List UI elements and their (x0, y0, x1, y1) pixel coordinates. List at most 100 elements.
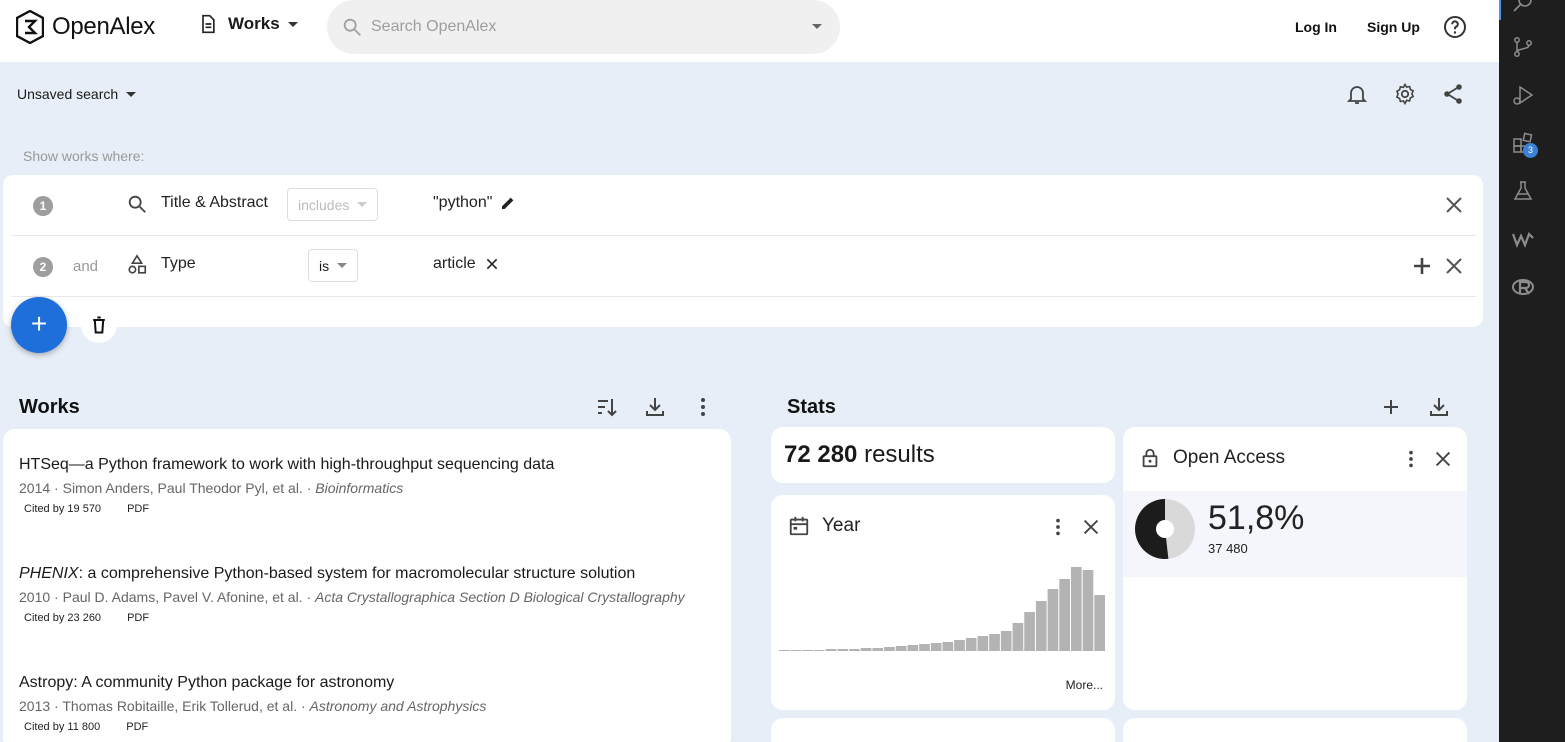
histogram-bar[interactable] (965, 638, 977, 651)
signup-link[interactable]: Sign Up (1367, 19, 1420, 35)
calendar-icon (789, 516, 809, 536)
cited-by-link[interactable]: Cited by 23 260 (24, 612, 101, 624)
work-venue[interactable]: Astronomy and Astrophysics (310, 698, 487, 714)
close-icon[interactable] (1432, 448, 1454, 470)
histogram-bar[interactable] (872, 648, 884, 651)
cited-by-link[interactable]: Cited by 19 570 (24, 503, 101, 515)
logo[interactable]: OpenAlex (16, 10, 155, 44)
list-item[interactable]: HTSeq—a Python framework to work with hi… (19, 455, 719, 515)
histogram-bar[interactable] (1024, 612, 1035, 651)
histogram-bar[interactable] (942, 642, 954, 651)
filter-operator-select[interactable]: is (308, 249, 359, 282)
work-venue[interactable]: Acta Crystallographica Section D Biologi… (315, 589, 685, 605)
histogram-bar[interactable] (989, 634, 1000, 651)
shapes-icon (128, 254, 147, 274)
pdf-link[interactable]: PDF (126, 721, 148, 733)
work-badges: Cited by 11 800 PDF (24, 721, 719, 733)
work-year: 2014 (19, 480, 51, 496)
histogram-bar[interactable] (849, 649, 860, 651)
search-dropdown-icon[interactable] (812, 24, 822, 29)
saved-search-menu[interactable]: Unsaved search (17, 86, 137, 102)
search-input[interactable] (371, 18, 801, 36)
filter-value[interactable]: "python" (433, 194, 516, 212)
more-vert-icon[interactable] (691, 395, 715, 419)
more-vert-icon[interactable] (1047, 516, 1069, 538)
histogram-bar[interactable] (1035, 601, 1047, 651)
source-control-icon[interactable] (1511, 35, 1535, 59)
filters-panel: 1 Title & Abstract includes "python" 2 a… (3, 175, 1483, 327)
histogram-bar[interactable] (977, 636, 989, 651)
list-item[interactable]: PHENIX: a comprehensive Python-based sys… (19, 564, 719, 624)
gear-icon[interactable] (1393, 82, 1417, 106)
histogram-bar[interactable] (1012, 623, 1024, 651)
histogram-bar[interactable] (954, 640, 965, 651)
histogram-bar[interactable] (1094, 595, 1105, 651)
plus-icon[interactable] (1379, 395, 1403, 419)
histogram-bar[interactable] (919, 644, 930, 651)
testing-icon[interactable] (1511, 179, 1535, 203)
list-item[interactable]: Astropy: A community Python package for … (19, 673, 719, 733)
close-icon[interactable] (1080, 516, 1102, 538)
histogram-bar[interactable] (802, 650, 814, 651)
w-extension-icon[interactable] (1511, 227, 1535, 251)
work-title[interactable]: HTSeq—a Python framework to work with hi… (19, 455, 719, 475)
histogram-bar[interactable] (1000, 631, 1012, 651)
work-venue[interactable]: Bioinformatics (315, 480, 403, 496)
r-extension-icon[interactable] (1511, 275, 1535, 299)
histogram-bar[interactable] (814, 650, 825, 651)
bell-icon[interactable] (1345, 82, 1369, 106)
open-access-count: 37 480 (1208, 541, 1248, 556)
histogram-bar[interactable] (825, 649, 837, 651)
login-link[interactable]: Log In (1295, 19, 1337, 35)
histogram-bar[interactable] (895, 646, 907, 651)
close-icon[interactable] (484, 256, 500, 272)
share-icon[interactable] (1441, 82, 1465, 106)
work-authors: Simon Anders, Paul Theodor Pyl, et al. (62, 480, 303, 496)
histogram-bar[interactable] (1082, 570, 1094, 651)
cited-by-link[interactable]: Cited by 11 800 (24, 721, 100, 733)
histogram-bar[interactable] (790, 650, 802, 651)
histogram-bar[interactable] (1059, 579, 1070, 651)
histogram-bar[interactable] (1070, 567, 1082, 651)
histogram-bar[interactable] (1047, 589, 1059, 651)
help-icon[interactable] (1443, 15, 1467, 39)
open-access-donut (1135, 499, 1195, 559)
pencil-icon[interactable] (500, 195, 516, 211)
histogram-bar[interactable] (907, 645, 919, 651)
stat-card (771, 718, 1115, 742)
histogram-bar[interactable] (779, 650, 790, 651)
histogram-bar[interactable] (884, 647, 895, 651)
search-icon[interactable] (1511, 0, 1535, 14)
filter-operator-select[interactable]: includes (287, 188, 379, 221)
filter-value[interactable]: article (433, 255, 500, 273)
work-title-text: Astropy: A community Python package for … (19, 674, 395, 691)
plus-icon[interactable] (1410, 254, 1434, 278)
pdf-link[interactable]: PDF (127, 612, 149, 624)
open-access-summary: 51,8% 37 480 (1123, 491, 1467, 577)
active-indicator (1499, 0, 1501, 20)
work-title[interactable]: PHENIX: a comprehensive Python-based sys… (19, 564, 719, 584)
card-header: Open Access (1139, 447, 1285, 469)
sort-icon[interactable] (595, 395, 619, 419)
close-icon[interactable] (1442, 254, 1466, 278)
add-filter-button[interactable]: + (11, 297, 67, 353)
works-section-title: Works (19, 396, 80, 418)
entity-selector[interactable]: Works (198, 14, 298, 34)
search-bar (327, 0, 840, 54)
chevron-down-icon (337, 263, 348, 268)
run-debug-icon[interactable] (1511, 83, 1535, 107)
work-meta: 2013 · Thomas Robitaille, Erik Tollerud,… (19, 698, 487, 714)
work-title[interactable]: Astropy: A community Python package for … (19, 673, 719, 693)
download-icon[interactable] (643, 395, 667, 419)
histogram-bar[interactable] (860, 648, 872, 651)
stats-section-title: Stats (787, 396, 836, 418)
delete-filters-button[interactable] (81, 307, 117, 343)
more-link[interactable]: More... (1066, 678, 1103, 692)
close-icon[interactable] (1442, 193, 1466, 217)
filter-key: Type (161, 255, 196, 272)
histogram-bar[interactable] (837, 649, 849, 651)
more-vert-icon[interactable] (1400, 448, 1422, 470)
histogram-bar[interactable] (930, 643, 942, 651)
download-icon[interactable] (1427, 395, 1451, 419)
pdf-link[interactable]: PDF (127, 503, 149, 515)
